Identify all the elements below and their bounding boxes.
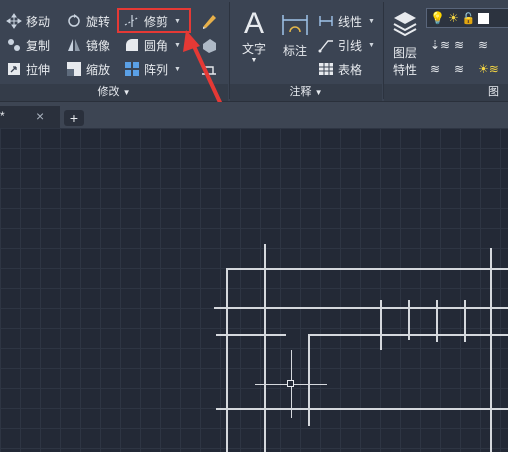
plus-icon: + [69,110,79,126]
drawing-line [308,334,310,426]
drawing-line [408,300,410,340]
file-tab-bar: * × + [0,102,508,128]
drawing-tab[interactable]: * × [0,106,60,128]
drawing-line [490,248,492,452]
drawing-tab-marker: * [0,109,5,123]
drawing-line [226,268,508,270]
new-tab-button[interactable]: + [64,110,84,126]
drawing-line [436,300,438,342]
drawing-line [264,244,266,452]
drawing-line [464,300,466,342]
crosshair-pickbox [287,380,294,387]
drawing-line [216,408,508,410]
drawing-line [216,334,286,336]
close-tab-icon[interactable]: × [36,108,44,124]
drawing-canvas[interactable] [0,128,508,452]
drawing-line [226,268,228,452]
drawing-line [380,300,382,350]
